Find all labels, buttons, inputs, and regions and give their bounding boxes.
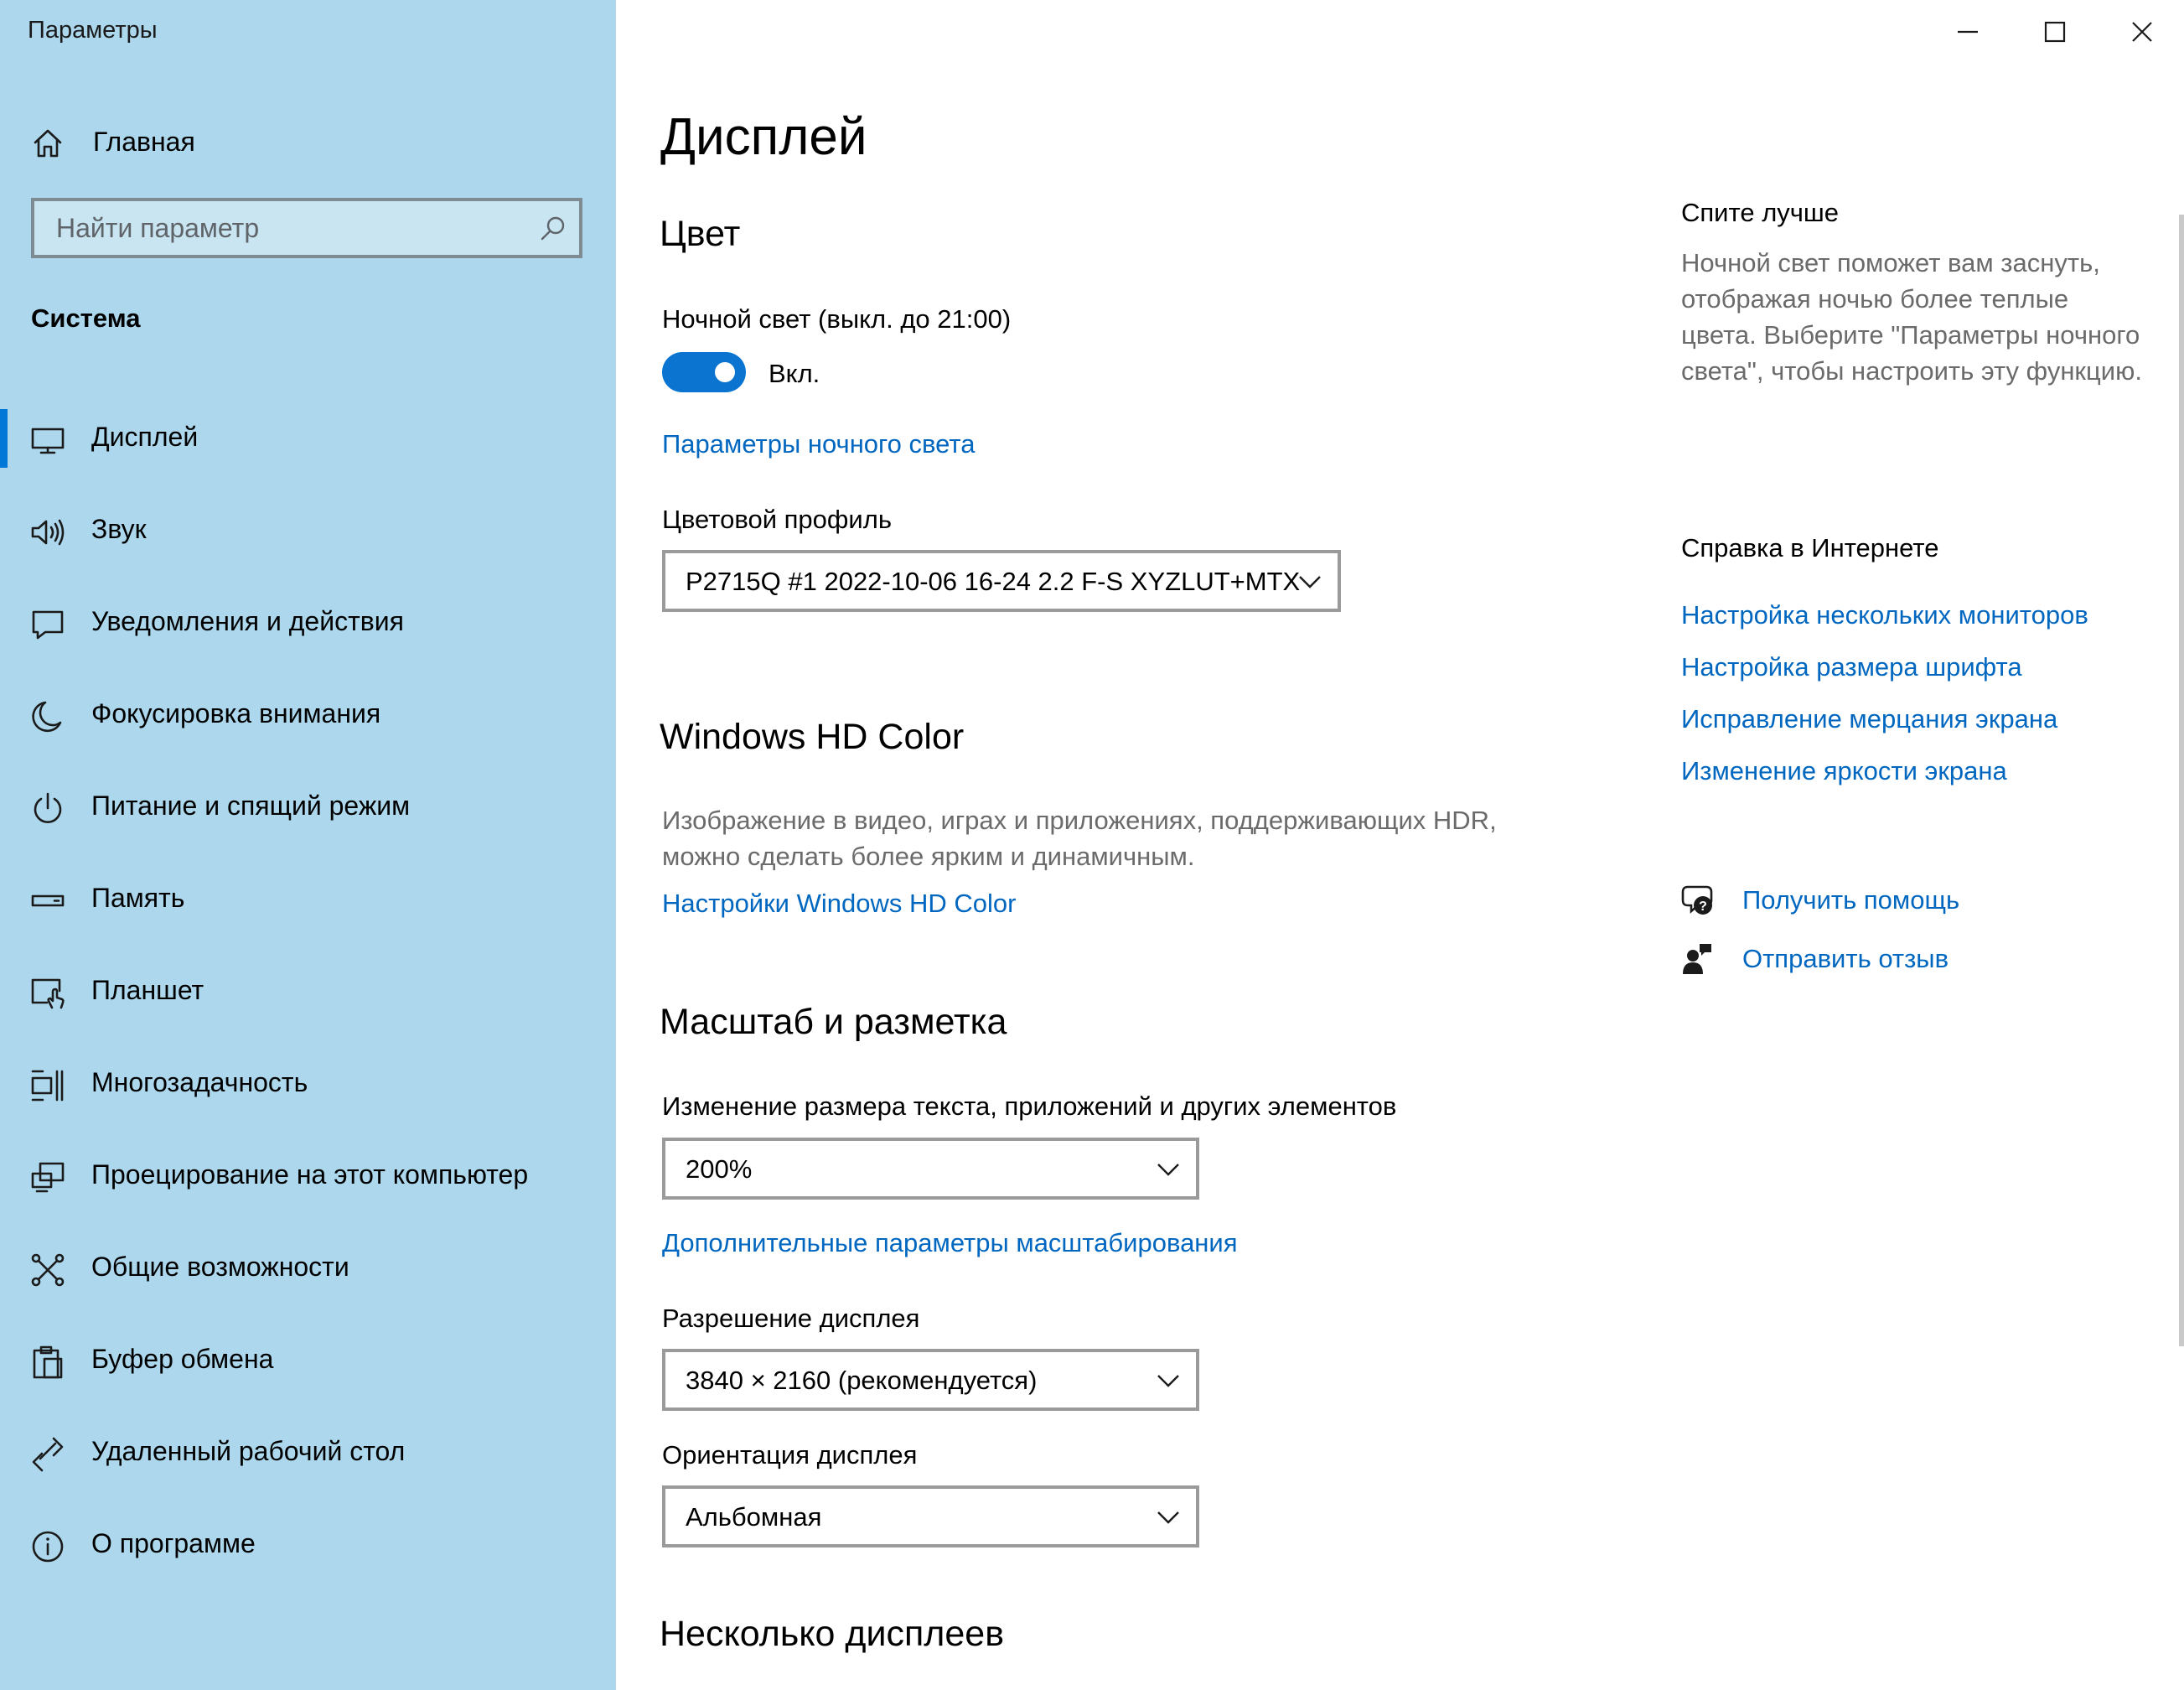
- multitasking-icon: [30, 1068, 65, 1103]
- sidebar: Параметры Главная Система Дисплей Звук: [0, 0, 616, 1690]
- sidebar-item-tablet[interactable]: Планшет: [0, 947, 616, 1039]
- sidebar-item-storage[interactable]: Память: [0, 855, 616, 947]
- advanced-scaling-link[interactable]: Дополнительные параметры масштабирования: [662, 1228, 1238, 1258]
- app-title: Параметры: [28, 17, 158, 44]
- sidebar-item-label: О программе: [91, 1528, 256, 1558]
- search-icon[interactable]: [539, 215, 567, 243]
- sidebar-item-label: Звук: [91, 514, 147, 544]
- chevron-down-icon: [1156, 1159, 1181, 1179]
- sidebar-item-label: Проецирование на этот компьютер: [91, 1159, 529, 1190]
- sidebar-item-label: Память: [91, 883, 185, 913]
- toggle-knob: [715, 362, 735, 382]
- power-icon: [30, 791, 65, 827]
- night-light-settings-link[interactable]: Параметры ночного света: [662, 429, 975, 459]
- sidebar-item-focus-assist[interactable]: Фокусировка внимания: [0, 671, 616, 763]
- color-heading: Цвет: [660, 214, 741, 254]
- online-help-heading: Справка в Интернете: [1681, 533, 1939, 562]
- night-light-toggle[interactable]: [662, 352, 746, 392]
- sidebar-item-label: Буфер обмена: [91, 1344, 274, 1374]
- sidebar-item-label: Общие возможности: [91, 1252, 349, 1282]
- scrollbar[interactable]: [2179, 215, 2184, 1346]
- scale-dropdown[interactable]: 200%: [662, 1138, 1199, 1200]
- sidebar-nav: Дисплей Звук Уведомления и действия Фоку…: [0, 394, 616, 1593]
- home-nav-item[interactable]: Главная: [0, 116, 616, 168]
- get-help-row[interactable]: ? Получить помощь: [1681, 880, 2100, 922]
- chevron-down-icon: [1156, 1507, 1181, 1527]
- help-link-multiple-monitors[interactable]: Настройка нескольких мониторов: [1681, 600, 2088, 630]
- page-title: Дисплей: [660, 108, 867, 166]
- sidebar-item-remote-desktop[interactable]: Удаленный рабочий стол: [0, 1408, 616, 1501]
- storage-icon: [30, 884, 65, 919]
- scale-size-label: Изменение размера текста, приложений и д…: [662, 1091, 1397, 1121]
- svg-text:?: ?: [1699, 899, 1707, 914]
- home-icon: [32, 127, 64, 159]
- sidebar-item-label: Уведомления и действия: [91, 606, 404, 636]
- chevron-down-icon: [1297, 572, 1322, 592]
- speaker-icon: [30, 515, 65, 550]
- search-input[interactable]: [34, 201, 525, 255]
- sleep-better-heading: Спите лучше: [1681, 198, 1840, 227]
- hd-color-heading: Windows HD Color: [660, 717, 965, 757]
- info-icon: [30, 1529, 65, 1564]
- sidebar-item-notifications[interactable]: Уведомления и действия: [0, 578, 616, 671]
- resolution-value: 3840 × 2160 (рекомендуется): [686, 1366, 1038, 1395]
- resolution-label: Разрешение дисплея: [662, 1304, 920, 1333]
- sidebar-item-display[interactable]: Дисплей: [0, 394, 616, 486]
- scale-heading: Масштаб и разметка: [660, 1002, 1007, 1042]
- hd-color-description: Изображение в видео, играх и приложениях…: [662, 806, 1497, 871]
- sidebar-item-projecting[interactable]: Проецирование на этот компьютер: [0, 1132, 616, 1224]
- sidebar-item-label: Фокусировка внимания: [91, 698, 381, 728]
- help-link-brightness[interactable]: Изменение яркости экрана: [1681, 756, 2007, 786]
- search-box[interactable]: [31, 198, 582, 258]
- orientation-value: Альбомная: [686, 1502, 822, 1532]
- sidebar-item-label: Дисплей: [91, 422, 199, 452]
- projecting-icon: [30, 1160, 65, 1195]
- tablet-icon: [30, 976, 65, 1011]
- sidebar-item-about[interactable]: О программе: [0, 1501, 616, 1593]
- color-profile-dropdown[interactable]: P2715Q #1 2022-10-06 16-24 2.2 F-S XYZLU…: [662, 550, 1341, 612]
- group-title: Система: [31, 303, 141, 333]
- monitor-icon: [30, 422, 65, 458]
- help-link-screen-flicker[interactable]: Исправление мерцания экрана: [1681, 704, 2057, 734]
- moon-icon: [30, 699, 65, 734]
- shared-experiences-icon: [30, 1252, 65, 1288]
- color-profile-value: P2715Q #1 2022-10-06 16-24 2.2 F-S XYZLU…: [686, 567, 1301, 596]
- sidebar-item-multitasking[interactable]: Многозадачность: [0, 1039, 616, 1132]
- sidebar-item-label: Многозадачность: [91, 1067, 308, 1097]
- get-help-link[interactable]: Получить помощь: [1742, 885, 1959, 915]
- resolution-dropdown[interactable]: 3840 × 2160 (рекомендуется): [662, 1349, 1199, 1411]
- send-feedback-row[interactable]: Отправить отзыв: [1681, 939, 2100, 981]
- sleep-better-description: Ночной свет поможет вам заснуть, отображ…: [1681, 248, 2142, 386]
- home-label: Главная: [93, 127, 195, 157]
- hd-color-settings-link[interactable]: Настройки Windows HD Color: [662, 889, 1016, 919]
- sidebar-item-label: Питание и спящий режим: [91, 791, 411, 821]
- multiple-displays-heading: Несколько дисплеев: [660, 1614, 1005, 1654]
- orientation-dropdown[interactable]: Альбомная: [662, 1485, 1199, 1547]
- orientation-label: Ориентация дисплея: [662, 1440, 918, 1470]
- scale-value: 200%: [686, 1154, 753, 1184]
- notification-icon: [30, 607, 65, 642]
- chevron-down-icon: [1156, 1371, 1181, 1391]
- sidebar-item-clipboard[interactable]: Буфер обмена: [0, 1316, 616, 1408]
- remote-desktop-icon: [30, 1437, 65, 1472]
- clipboard-icon: [30, 1345, 65, 1380]
- get-help-icon: ?: [1681, 884, 1715, 917]
- color-profile-label: Цветовой профиль: [662, 505, 892, 534]
- send-feedback-link[interactable]: Отправить отзыв: [1742, 944, 1949, 974]
- night-light-label: Ночной свет (выкл. до 21:00): [662, 304, 1012, 334]
- sidebar-item-sound[interactable]: Звук: [0, 486, 616, 578]
- sidebar-item-shared-experiences[interactable]: Общие возможности: [0, 1224, 616, 1316]
- sidebar-item-power[interactable]: Питание и спящий режим: [0, 763, 616, 855]
- feedback-icon: [1681, 942, 1715, 976]
- sidebar-item-label: Планшет: [91, 975, 204, 1005]
- toggle-state-label: Вкл.: [769, 359, 820, 388]
- help-link-font-size[interactable]: Настройка размера шрифта: [1681, 652, 2022, 682]
- sidebar-item-label: Удаленный рабочий стол: [91, 1436, 406, 1466]
